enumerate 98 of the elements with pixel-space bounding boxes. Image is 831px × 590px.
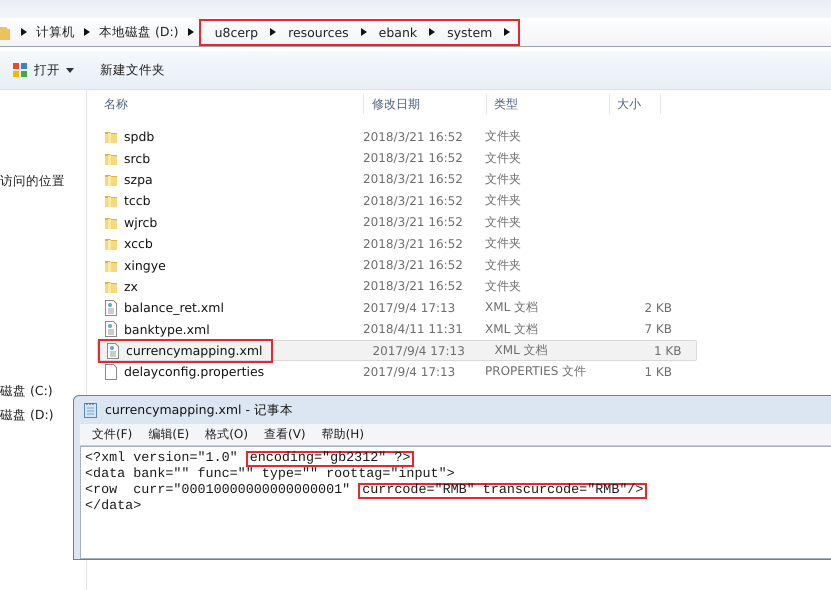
date-cell-text: 2018/3/21 16:52 <box>362 151 464 166</box>
file-row[interactable]: banktype.xml 2018/4/11 11:31 XML 文档 7 KB <box>97 318 697 340</box>
type-cell-text: 文件夹 <box>484 170 522 188</box>
caret-icon <box>66 68 74 72</box>
sidebar-item[interactable]: 访问的位置 <box>0 173 65 190</box>
document-icon <box>104 300 118 316</box>
menu-item[interactable]: 查看(V) <box>264 426 306 443</box>
open-icon <box>12 62 28 78</box>
file-name: srcb <box>124 150 150 166</box>
sidebar-item[interactable]: 磁盘 (D:) <box>0 407 54 424</box>
date-cell-text: 2017/9/4 17:13 <box>372 344 466 358</box>
file-row[interactable]: srcb 2018/3/21 16:52 文件夹 <box>97 147 697 169</box>
file-row[interactable]: wjrcb 2018/3/21 16:52 文件夹 <box>97 212 697 233</box>
size-cell-text: 7 KB <box>643 322 673 336</box>
arrow-icon[interactable] <box>188 28 194 36</box>
file-name: szpa <box>124 172 153 187</box>
date-cell-text: 2018/3/21 16:52 <box>362 172 464 186</box>
code-text: <data bank="" func="" type="" roottag="input"> <box>85 468 455 482</box>
highlight-frame: currcode="RMB" transcurcode="RMB"/> <box>358 483 648 499</box>
window-title: currencymapping.xml - 记事本 <box>105 402 293 418</box>
text-area[interactable]: <?xml version="1.0" encoding="gb2312" ?> <data bank="" func="" type="" roottag="input"> <row curr="00010000000000000001" currcode="RMB" transcurcode="RMB"/> </data> <box>80 446 831 559</box>
type-cell-text: XML 文档 <box>484 299 540 316</box>
size-cell-text: 2 KB <box>643 300 673 315</box>
file-row[interactable]: spdb 2018/3/21 16:52 文件夹 <box>97 126 697 148</box>
file-row[interactable]: xccb 2018/3/21 16:52 文件夹 <box>97 232 697 254</box>
type-cell-text: 文件夹 <box>484 256 522 274</box>
file-row[interactable]: tccb 2018/3/21 16:52 文件夹 <box>97 190 697 212</box>
file-name: banktype.xml <box>124 322 210 337</box>
date-cell-text: 2017/9/4 17:13 <box>362 364 456 379</box>
type-cell-text: 文件夹 <box>484 192 522 210</box>
type-cell-text: 文件夹 <box>484 278 522 295</box>
arrow-icon[interactable] <box>504 28 510 36</box>
file-name: balance_ret.xml <box>124 300 224 316</box>
date-cell-text: 2018/3/21 16:52 <box>362 215 464 230</box>
type-cell-text: 文件夹 <box>484 128 522 146</box>
breadcrumb-item[interactable]: ebank <box>378 24 418 40</box>
new-folder-button[interactable]: 新建文件夹 <box>96 60 169 80</box>
highlight-frame: encoding="gb2312" ?> <box>246 451 414 467</box>
folder-icon <box>104 129 118 144</box>
document-icon <box>106 342 120 359</box>
file-row[interactable]: currencymapping.xml 2017/9/4 17:13 XML 文档 1 KB <box>97 340 697 362</box>
code-text: <row curr="00010000000000000001" <box>85 484 352 498</box>
menu-item[interactable]: 编辑(E) <box>148 426 190 443</box>
file-name: xccb <box>124 236 153 252</box>
arrow-icon[interactable] <box>360 28 367 36</box>
file-name: wjrcb <box>124 214 158 230</box>
code-text: </data> <box>85 500 142 514</box>
type-cell-text: XML 文档 <box>484 320 540 338</box>
column-header[interactable]: 大小 <box>610 94 661 114</box>
file-name: tccb <box>124 193 151 208</box>
arrow-icon[interactable] <box>21 28 27 36</box>
column-header[interactable]: 类型 <box>487 94 610 114</box>
file-name: zx <box>124 278 138 294</box>
folder-icon <box>0 24 10 40</box>
file-name: currencymapping.xml <box>126 343 263 358</box>
document-icon <box>104 364 118 380</box>
sidebar-item[interactable]: 磁盘 (C:) <box>0 383 53 400</box>
file-name: delayconfig.properties <box>124 364 264 380</box>
type-cell-text: 文件夹 <box>484 150 522 167</box>
date-cell-text: 2018/3/21 16:52 <box>362 258 464 272</box>
breadcrumb-item[interactable]: 计算机 <box>36 24 75 40</box>
file-row[interactable]: szpa 2018/3/21 16:52 文件夹 <box>97 168 697 190</box>
menu-item[interactable]: 文件(F) <box>92 426 132 443</box>
file-row[interactable]: balance_ret.xml 2017/9/4 17:13 XML 文档 2 KB <box>97 297 697 319</box>
folder-icon <box>104 193 118 208</box>
size-cell-text: 1 KB <box>643 364 673 379</box>
file-row[interactable]: zx 2018/3/21 16:52 文件夹 <box>97 276 697 298</box>
column-header[interactable]: 名称 <box>87 94 364 114</box>
date-cell-text: 2018/3/21 16:52 <box>362 130 464 144</box>
arrow-icon[interactable] <box>84 28 90 36</box>
document-icon <box>104 321 118 338</box>
notepad-icon <box>84 402 97 418</box>
date-cell-text: 2018/4/11 11:31 <box>362 322 464 336</box>
arrow-icon[interactable] <box>270 28 276 36</box>
breadcrumb-item[interactable]: system <box>447 24 492 40</box>
date-cell-text: 2018/3/21 16:52 <box>362 194 464 208</box>
column-header[interactable]: 修改日期 <box>364 94 487 114</box>
type-cell-text: XML 文档 <box>494 342 549 360</box>
breadcrumb-item[interactable]: resources <box>288 24 349 40</box>
code-text: <?xml version="1.0" <box>85 452 239 466</box>
file-name: xingye <box>124 258 166 273</box>
date-cell-text: 2018/3/21 16:52 <box>362 279 464 294</box>
file-row[interactable]: delayconfig.properties 2017/9/4 17:13 PROPERTIES 文件 1 KB <box>97 361 697 383</box>
breadcrumb-item[interactable]: u8cerp <box>214 24 258 40</box>
arrow-icon[interactable] <box>429 28 436 36</box>
breadcrumb-item[interactable]: 本地磁盘 (D:) <box>99 24 179 40</box>
open-button[interactable]: 打开 <box>8 60 78 80</box>
size-cell-text: 1 KB <box>652 344 683 358</box>
type-cell-text: 文件夹 <box>484 235 522 252</box>
type-cell-text: 文件夹 <box>484 214 522 231</box>
file-row[interactable]: xingye 2018/3/21 16:52 文件夹 <box>97 254 697 276</box>
date-cell-text: 2017/9/4 17:13 <box>362 300 456 315</box>
menu-item[interactable]: 格式(O) <box>205 426 248 443</box>
date-cell-text: 2018/3/21 16:52 <box>362 236 464 251</box>
type-cell-text: PROPERTIES 文件 <box>484 363 588 380</box>
folder-icon <box>104 236 118 252</box>
menu-item[interactable]: 帮助(H) <box>322 426 364 443</box>
file-name: spdb <box>124 129 154 144</box>
